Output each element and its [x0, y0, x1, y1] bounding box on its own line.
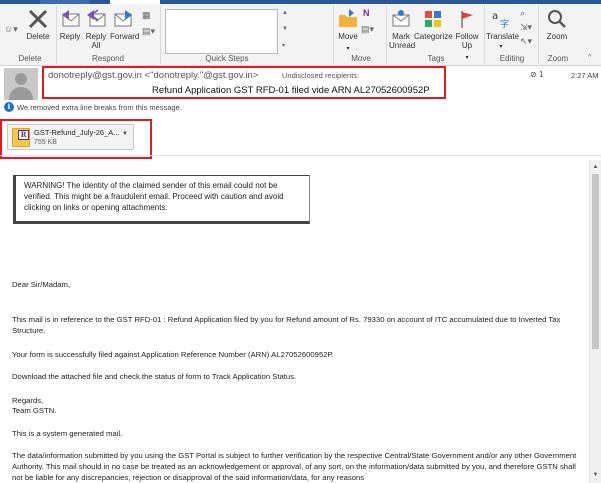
meeting-icon[interactable]: ▦: [142, 10, 151, 21]
move-button[interactable]: Move ▾: [336, 6, 360, 54]
scroll-down-icon[interactable]: ▼: [590, 470, 601, 480]
find-icon[interactable]: ⌕: [520, 8, 525, 19]
message-subject: Refund Application GST RFD-01 filed vide…: [152, 85, 430, 96]
attachment-item[interactable]: R GST-Refund_July-26_A... 755 KB ▼: [7, 124, 134, 150]
ignore-icon[interactable]: ☺▾: [4, 24, 18, 35]
mark-unread-icon: [388, 6, 414, 32]
translate-button[interactable]: a字 Translate ▾: [486, 6, 520, 52]
reply-label: Reply: [59, 32, 81, 41]
related-icon[interactable]: ⇲▾: [520, 22, 532, 33]
rar-archive-icon: R: [12, 128, 30, 147]
scrollbar-thumb[interactable]: [592, 174, 599, 349]
person-icon: [15, 73, 27, 85]
greeting: Dear Sir/Madam,: [12, 280, 71, 289]
ribbon: ☺▾ Delete Delete Reply Reply All Forward…: [0, 4, 601, 66]
info-bar[interactable]: i We removed extra line breaks from this…: [4, 101, 182, 113]
reply-all-button[interactable]: Reply All: [84, 6, 108, 50]
move-folder-icon: [336, 6, 360, 32]
translate-icon: a字: [486, 6, 516, 32]
svg-text:字: 字: [500, 18, 509, 30]
svg-text:a: a: [492, 11, 498, 22]
body-paragraph-arn: Your form is successfully filed against …: [12, 350, 334, 359]
select-icon[interactable]: ↖▾: [520, 36, 532, 47]
message-scrollbar[interactable]: ▲ ▼: [589, 160, 601, 483]
info-icon: i: [4, 102, 14, 112]
group-label-zoom: Zoom: [547, 54, 569, 63]
group-separator: [538, 6, 539, 64]
group-separator: [484, 6, 485, 64]
group-separator: [160, 6, 161, 64]
body-paragraph-disclaimer: The data/information submitted by you us…: [12, 451, 577, 482]
reply-icon: [58, 6, 82, 32]
group-label-delete: Delete: [18, 54, 42, 63]
group-separator: [56, 6, 57, 64]
quick-steps-gallery[interactable]: [165, 9, 278, 54]
magnifier-icon: [543, 6, 571, 32]
group-label-move: Move: [351, 54, 371, 63]
categorize-button[interactable]: Categorize: [414, 6, 453, 41]
collapse-ribbon-icon[interactable]: ^: [588, 54, 591, 61]
attachment-size: 755 KB: [34, 139, 57, 146]
forward-button[interactable]: Forward: [110, 6, 140, 41]
onenote-icon[interactable]: N: [363, 8, 370, 18]
rules-icon[interactable]: ▤▾: [361, 24, 374, 35]
header-divider: [0, 155, 601, 156]
body-paragraph-system: This is a system generated mail.: [12, 429, 123, 438]
body-paragraph-download: Download the attached file and check the…: [12, 372, 297, 381]
translate-dropdown-icon: ▾: [499, 44, 503, 50]
sender-avatar: [4, 68, 38, 100]
attachment-count: ⊘ 1: [530, 70, 544, 79]
mark-unread-button[interactable]: Mark Unread: [388, 6, 416, 50]
delete-button[interactable]: Delete: [26, 6, 50, 41]
body-paragraph-refund: This mail is in reference to the GST RFD…: [12, 315, 561, 335]
reply-button[interactable]: Reply: [58, 6, 82, 41]
categorize-icon: [414, 6, 452, 32]
recipients[interactable]: Undisclosed recipients:: [282, 71, 359, 80]
delete-x-icon: [26, 6, 50, 32]
mark-unread-label: Mark Unread: [389, 32, 416, 50]
more-respond-icon[interactable]: ▤▾: [142, 26, 155, 37]
group-separator: [386, 6, 387, 64]
info-text: We removed extra line breaks from this m…: [17, 102, 182, 112]
group-label-quick-steps: Quick Steps: [205, 54, 249, 63]
sender-warning-box: WARNING! The identity of the claimed sen…: [13, 175, 310, 224]
quick-steps-scroll-down-icon[interactable]: ▼: [282, 26, 288, 32]
scroll-up-icon[interactable]: ▲: [590, 162, 601, 172]
signature: Team GSTN.: [12, 406, 57, 415]
group-label-tags: Tags: [427, 54, 445, 63]
attachment-name: GST-Refund_July-26_A...: [34, 128, 120, 137]
reply-all-icon: [84, 6, 108, 32]
paperclip-icon: ⊘: [530, 70, 539, 79]
categorize-label: Categorize: [414, 32, 453, 41]
delete-label: Delete: [26, 32, 50, 41]
zoom-button[interactable]: Zoom: [543, 6, 571, 41]
sender-address[interactable]: donotreply@gst.gov.in <"donotreply."@gst…: [48, 70, 258, 81]
translate-label: Translate: [486, 32, 520, 41]
flag-icon: [452, 6, 482, 32]
attachment-dropdown-icon[interactable]: ▼: [122, 131, 128, 137]
group-label-respond: Respond: [91, 54, 125, 63]
move-label: Move: [338, 32, 358, 41]
quick-steps-scroll-up-icon[interactable]: ▲: [282, 10, 288, 16]
quick-steps-more-icon[interactable]: ▾: [282, 42, 285, 49]
zoom-label: Zoom: [546, 32, 568, 41]
follow-up-label: Follow Up: [455, 32, 479, 50]
forward-label: Forward: [110, 32, 140, 41]
move-dropdown-icon: ▾: [346, 46, 350, 52]
reply-all-label: Reply All: [85, 32, 107, 50]
forward-icon: [110, 6, 138, 32]
group-label-editing: Editing: [499, 54, 525, 63]
message-time: 2:27 AM: [571, 71, 599, 80]
group-separator: [333, 6, 334, 64]
